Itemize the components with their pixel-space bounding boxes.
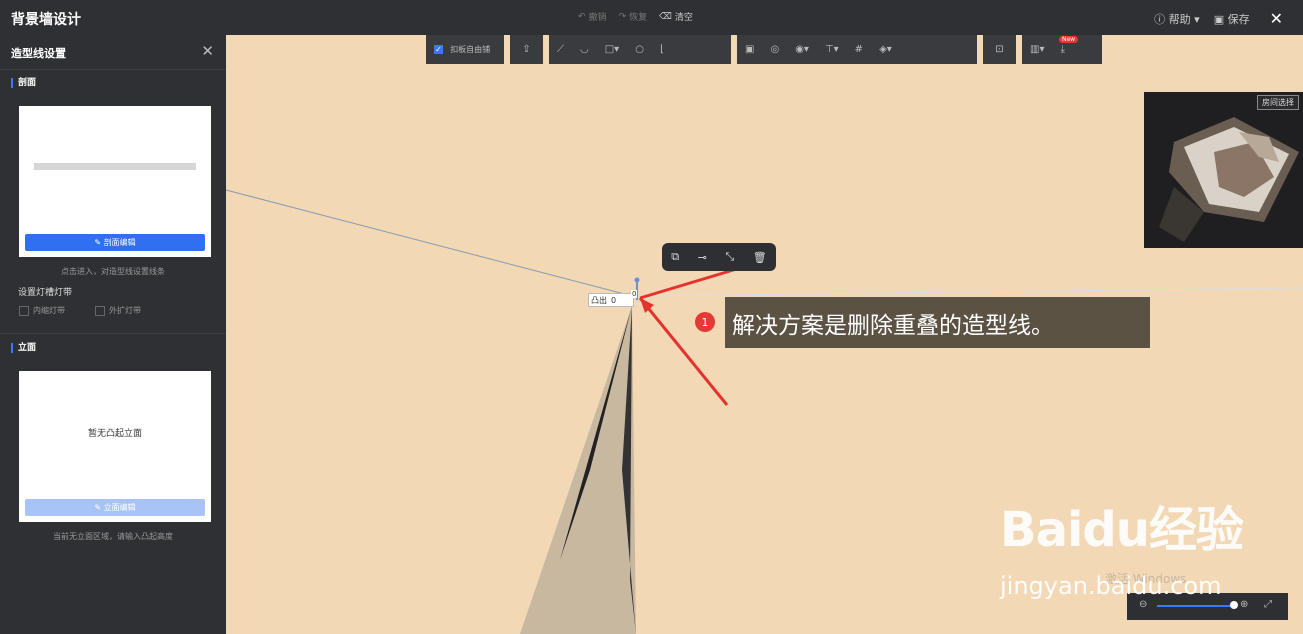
context-menu: ⧉ ⊸ ⤡ 🗑 bbox=[662, 243, 776, 271]
dimension-label: 0 bbox=[631, 290, 638, 298]
extra-toolbar: ▥▾ ⤓ New bbox=[1022, 35, 1102, 64]
image-icon: ⊡ bbox=[995, 44, 1004, 55]
corner-icon: ⌊ bbox=[659, 44, 664, 55]
annotation-text: 解决方案是删除重叠的造型线。 bbox=[725, 297, 1150, 348]
watermark-logo: Baidu经验 bbox=[1000, 502, 1244, 558]
trash-icon[interactable]: 🗑 bbox=[753, 251, 767, 264]
snap-checkbox[interactable]: ✓ 扣板自由铺 bbox=[426, 44, 498, 55]
frame-icon: ▣ bbox=[745, 44, 755, 55]
house-3d-preview bbox=[1159, 117, 1299, 242]
map-icon: ▥▾ bbox=[1030, 44, 1045, 55]
paint-tool[interactable]: ◈▾ bbox=[871, 44, 900, 55]
view-toolbar: ▣ ◎ ◉▾ ⊤▾ # ◈▾ bbox=[737, 35, 977, 64]
align-icon: ⊤▾ bbox=[824, 44, 839, 55]
align-tool[interactable]: ⊤▾ bbox=[817, 44, 847, 55]
grid-icon: # bbox=[854, 44, 864, 55]
paint-icon: ◈▾ bbox=[879, 44, 892, 55]
map-tool[interactable]: ▥▾ bbox=[1022, 44, 1052, 55]
minimap[interactable]: 房间选择 bbox=[1144, 92, 1303, 248]
line-tool[interactable]: ⟋ bbox=[549, 44, 572, 55]
new-badge: New bbox=[1059, 36, 1079, 43]
zoom-slider-handle[interactable] bbox=[1230, 601, 1238, 609]
circle-tool[interactable]: ○ bbox=[627, 44, 652, 55]
split-icon[interactable]: ⊸ bbox=[698, 251, 707, 264]
image-tool[interactable]: ⊡ bbox=[983, 35, 1016, 64]
copy-icon[interactable]: ⧉ bbox=[671, 250, 679, 264]
eye-icon: ◉▾ bbox=[795, 44, 809, 55]
rect-icon: □▾ bbox=[604, 44, 620, 55]
snap-toolbar: ✓ 扣板自由铺 bbox=[426, 35, 504, 64]
zoom-slider-track[interactable] bbox=[1157, 605, 1232, 607]
convex-input[interactable]: 凸出 0 bbox=[588, 293, 634, 307]
line-icon: ⟋ bbox=[557, 44, 564, 55]
watermark-url: jingyan.baidu.com bbox=[1000, 572, 1222, 600]
snap-label: 扣板自由铺 bbox=[450, 45, 491, 54]
corner-tool[interactable]: ⌊ bbox=[652, 44, 672, 55]
annotation-badge: 1 bbox=[695, 312, 715, 332]
download-tool[interactable]: ⤓ bbox=[1052, 44, 1072, 55]
lasso-icon: ◎ bbox=[770, 44, 780, 55]
arc-tool[interactable]: ◡ bbox=[572, 44, 597, 55]
convex-label: 凸出 bbox=[591, 295, 607, 305]
check-icon: ✓ bbox=[434, 45, 443, 54]
extend-icon[interactable]: ⤡ bbox=[725, 250, 734, 264]
room-select-button[interactable]: 房间选择 bbox=[1257, 95, 1299, 110]
circle-icon: ○ bbox=[635, 44, 644, 55]
lasso-tool[interactable]: ◎ bbox=[762, 44, 787, 55]
zoom-out-icon[interactable]: ⊖ bbox=[1139, 599, 1147, 610]
frame-tool[interactable]: ▣ bbox=[737, 44, 762, 55]
arc-icon: ◡ bbox=[580, 44, 589, 55]
draw-toolbar: ⟋ ◡ □▾ ○ ⌊ bbox=[549, 35, 731, 64]
zoom-in-icon[interactable]: ⊕ bbox=[1240, 599, 1248, 610]
upload-tool[interactable]: ⇪ bbox=[510, 35, 543, 64]
rect-tool[interactable]: □▾ bbox=[597, 44, 627, 55]
convex-value: 0 bbox=[611, 295, 617, 305]
fit-view-icon[interactable]: ⤢ bbox=[1264, 599, 1272, 610]
grid-tool[interactable]: # bbox=[847, 44, 871, 55]
download-icon: ⤓ bbox=[1060, 44, 1065, 55]
view-tool[interactable]: ◉▾ bbox=[787, 44, 817, 55]
upload-icon: ⇪ bbox=[522, 44, 531, 55]
